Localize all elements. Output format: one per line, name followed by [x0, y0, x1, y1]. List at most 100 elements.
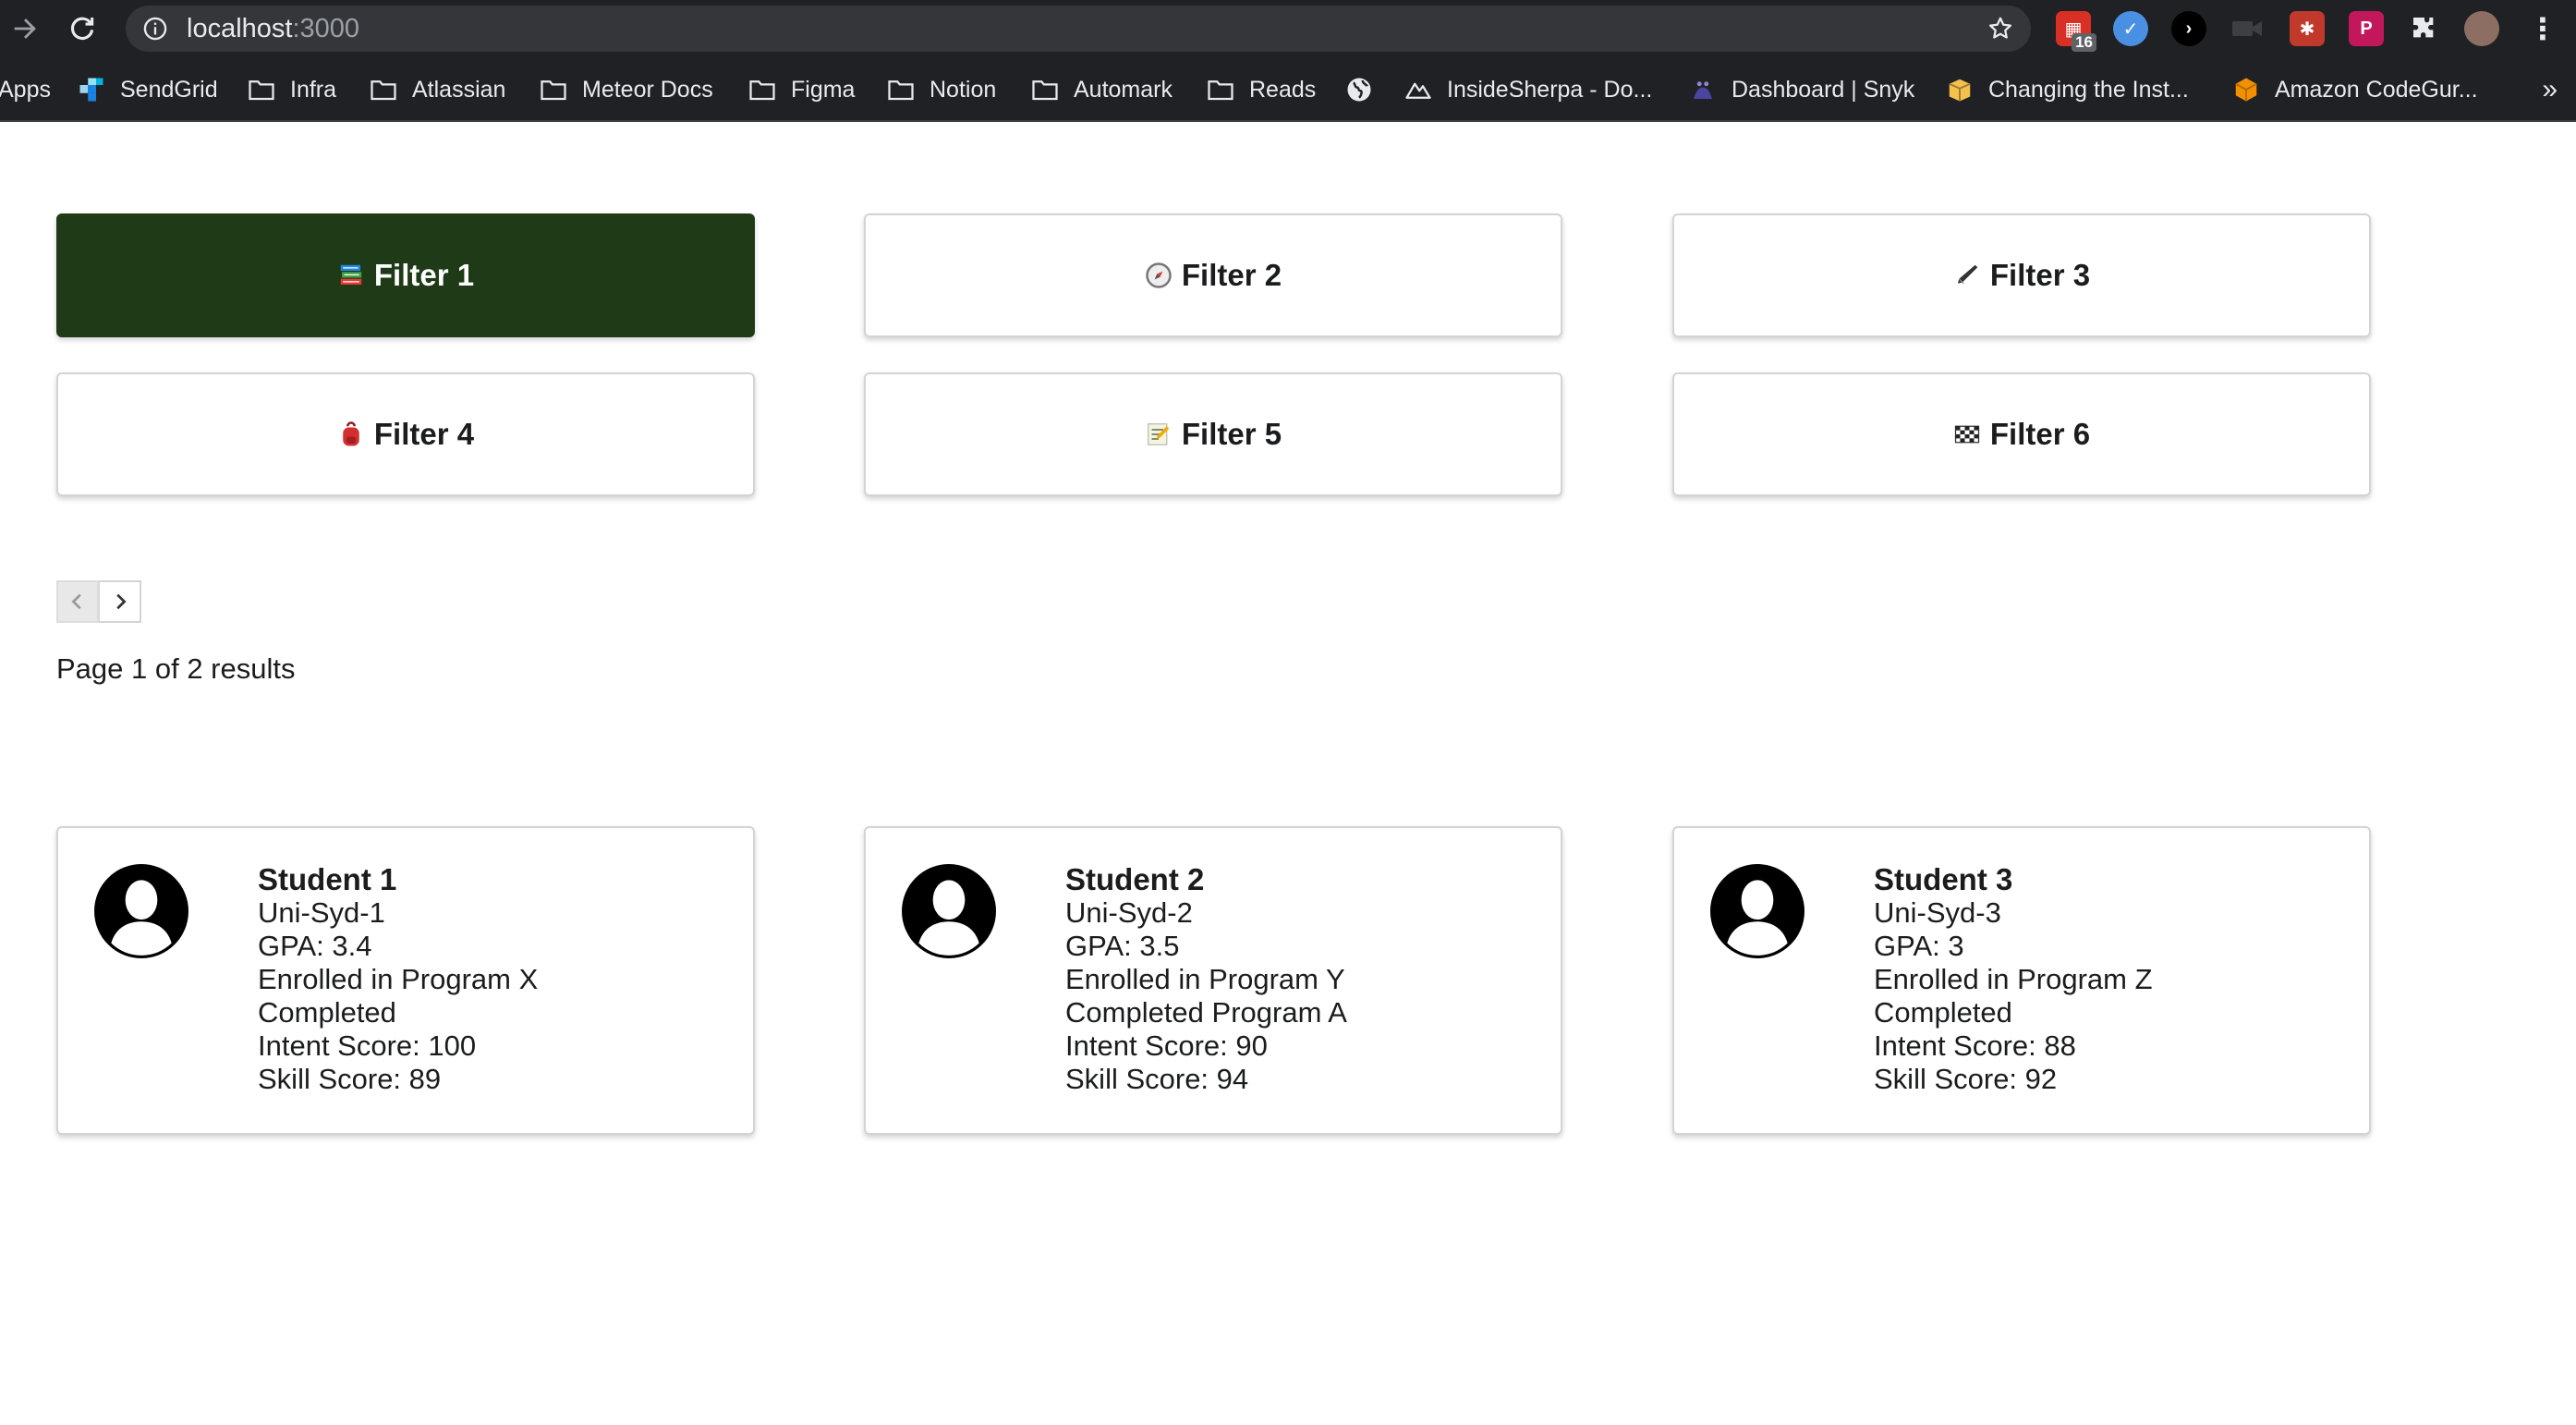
student-info: Student 3 Uni-Syd-3 GPA: 3 Enrolled in P… — [1874, 863, 2153, 1096]
browser-toolbar: localhost:3000 ▦ 16 ✓ › ✱ P ⋮ — [0, 0, 2576, 57]
bookmark-label: Dashboard | Snyk — [1732, 76, 1915, 103]
bookmark-automark[interactable]: Automark — [1031, 57, 1173, 122]
filter-1-button[interactable]: Filter 1 — [56, 213, 755, 337]
filter-label: Filter 5 — [1181, 417, 1282, 451]
bookmarks-bar: Apps SendGrid Infra Atlassian Meteor Doc… — [0, 57, 2576, 122]
bookmarks-overflow-button[interactable]: » — [2542, 57, 2558, 122]
student-card[interactable]: Student 1 Uni-Syd-1 GPA: 3.4 Enrolled in… — [56, 826, 755, 1135]
bookmark-insidesherpa[interactable]: InsideSherpa - Do... — [1404, 57, 1652, 122]
student-id: Uni-Syd-3 — [1874, 896, 2001, 929]
next-page-button[interactable] — [99, 580, 141, 623]
filter-label: Filter 2 — [1181, 258, 1282, 292]
bookmark-snyk[interactable]: Dashboard | Snyk — [1689, 57, 1914, 122]
student-skill-score: Skill Score: 89 — [258, 1063, 442, 1095]
compass-icon — [1146, 262, 1172, 288]
url-text[interactable]: localhost:3000 — [187, 6, 359, 52]
filter-6-button[interactable]: Filter 6 — [1672, 372, 2371, 496]
bookmark-changing-the-inst[interactable]: Changing the Inst... — [1946, 57, 2189, 122]
student-id: Uni-Syd-1 — [258, 896, 385, 929]
reload-icon — [70, 17, 94, 40]
bookmark-apps[interactable]: Apps — [0, 57, 51, 122]
bookmark-label: Meteor Docs — [582, 76, 713, 103]
student-enrolled: Enrolled in Program Y — [1065, 963, 1345, 995]
student-card[interactable]: Student 2 Uni-Syd-2 GPA: 3.5 Enrolled in… — [864, 826, 1562, 1135]
pagination — [56, 580, 141, 623]
bookmark-infra[interactable]: Infra — [248, 57, 336, 122]
folder-icon — [1208, 80, 1233, 101]
bookmark-figma[interactable]: Figma — [748, 57, 855, 122]
bookmark-label: Reads — [1249, 76, 1317, 103]
filter-label: Filter 4 — [373, 417, 475, 451]
bookmark-atlassian[interactable]: Atlassian — [370, 57, 505, 122]
puzzle-icon[interactable] — [2407, 11, 2442, 46]
filter-5-button[interactable]: Filter 5 — [864, 372, 1562, 496]
forward-button[interactable] — [2, 6, 48, 52]
url-host: localhost — [187, 14, 293, 43]
bookmark-label: Atlassian — [412, 76, 506, 103]
globe-icon — [1347, 78, 1371, 102]
bookmark-label: Figma — [791, 76, 856, 103]
checkered-flag-icon — [1954, 425, 1980, 444]
student-name: Student 1 — [258, 862, 397, 896]
bookmark-label: Amazon CodeGur... — [2275, 76, 2478, 103]
bookmark-meteor-docs[interactable]: Meteor Docs — [540, 57, 713, 122]
bookmark-label: Notion — [930, 76, 997, 103]
previous-page-button[interactable] — [56, 580, 99, 623]
bookmark-reads[interactable]: Reads — [1207, 57, 1316, 122]
sendgrid-icon — [79, 78, 103, 102]
student-completed: Completed — [1874, 996, 2012, 1029]
folder-icon — [371, 80, 396, 101]
p-extension-icon[interactable]: P — [2349, 11, 2384, 46]
student-skill-score: Skill Score: 94 — [1065, 1063, 1249, 1095]
profile-avatar[interactable] — [2464, 11, 2499, 46]
box-icon — [1949, 79, 1971, 102]
bookmark-label: Changing the Inst... — [1988, 76, 2189, 103]
student-info: Student 2 Uni-Syd-2 GPA: 3.5 Enrolled in… — [1065, 863, 1347, 1096]
kebab-menu-icon[interactable]: ⋮ — [2525, 11, 2560, 46]
video-extension-icon[interactable] — [2230, 11, 2265, 46]
bookmark-label: Apps — [0, 76, 51, 103]
bug-extension-icon[interactable]: ✱ — [2290, 11, 2325, 46]
info-icon[interactable] — [142, 16, 168, 42]
bookmark-sendgrid[interactable]: SendGrid — [78, 57, 218, 122]
mountain-icon — [1405, 82, 1431, 99]
bookmark-label: InsideSherpa - Do... — [1447, 76, 1653, 103]
bookmark-label: SendGrid — [120, 76, 218, 103]
student-intent-score: Intent Score: 90 — [1065, 1029, 1268, 1062]
filter-4-button[interactable]: Filter 4 — [56, 372, 755, 496]
url-port: :3000 — [292, 14, 360, 43]
memo-icon — [1148, 423, 1170, 445]
user-avatar-icon — [902, 864, 996, 958]
calendar-extension-icon[interactable]: ▦ 16 — [2056, 11, 2096, 52]
cube-icon — [2235, 78, 2257, 102]
pen-icon — [1957, 264, 1978, 285]
bookmark-star-icon[interactable] — [1987, 15, 2014, 43]
address-bar[interactable]: localhost:3000 — [126, 6, 2031, 52]
snyk-icon — [1694, 81, 1712, 99]
bookmark-amazon-codeguru[interactable]: Amazon CodeGur... — [2232, 57, 2478, 122]
folder-icon — [888, 80, 914, 101]
student-enrolled: Enrolled in Program Z — [1874, 963, 2153, 995]
chevron-right-icon — [115, 593, 127, 610]
student-skill-score: Skill Score: 92 — [1874, 1063, 2058, 1095]
folder-icon — [249, 80, 274, 101]
student-completed: Completed Program A — [1065, 996, 1347, 1029]
student-card[interactable]: Student 3 Uni-Syd-3 GPA: 3 Enrolled in P… — [1672, 826, 2371, 1135]
folder-icon — [1032, 80, 1058, 101]
filter-2-button[interactable]: Filter 2 — [864, 213, 1562, 337]
bookmark-notion[interactable]: Notion — [887, 57, 996, 122]
books-icon — [340, 264, 362, 285]
filter-label: Filter 1 — [373, 258, 475, 292]
student-gpa: GPA: 3 — [1874, 930, 1964, 962]
student-intent-score: Intent Score: 100 — [258, 1029, 477, 1062]
student-name: Student 2 — [1065, 862, 1205, 896]
filter-3-button[interactable]: Filter 3 — [1672, 213, 2371, 337]
student-name: Student 3 — [1874, 862, 2013, 896]
bookmark-label: Automark — [1074, 76, 1173, 103]
arrow-extension-icon[interactable]: › — [2171, 11, 2206, 46]
checkmark-extension-icon[interactable]: ✓ — [2113, 11, 2148, 46]
reload-button[interactable] — [59, 6, 105, 52]
filter-label: Filter 6 — [1989, 417, 2091, 451]
bookmark-globe[interactable] — [1345, 57, 1388, 122]
student-id: Uni-Syd-2 — [1065, 896, 1193, 929]
